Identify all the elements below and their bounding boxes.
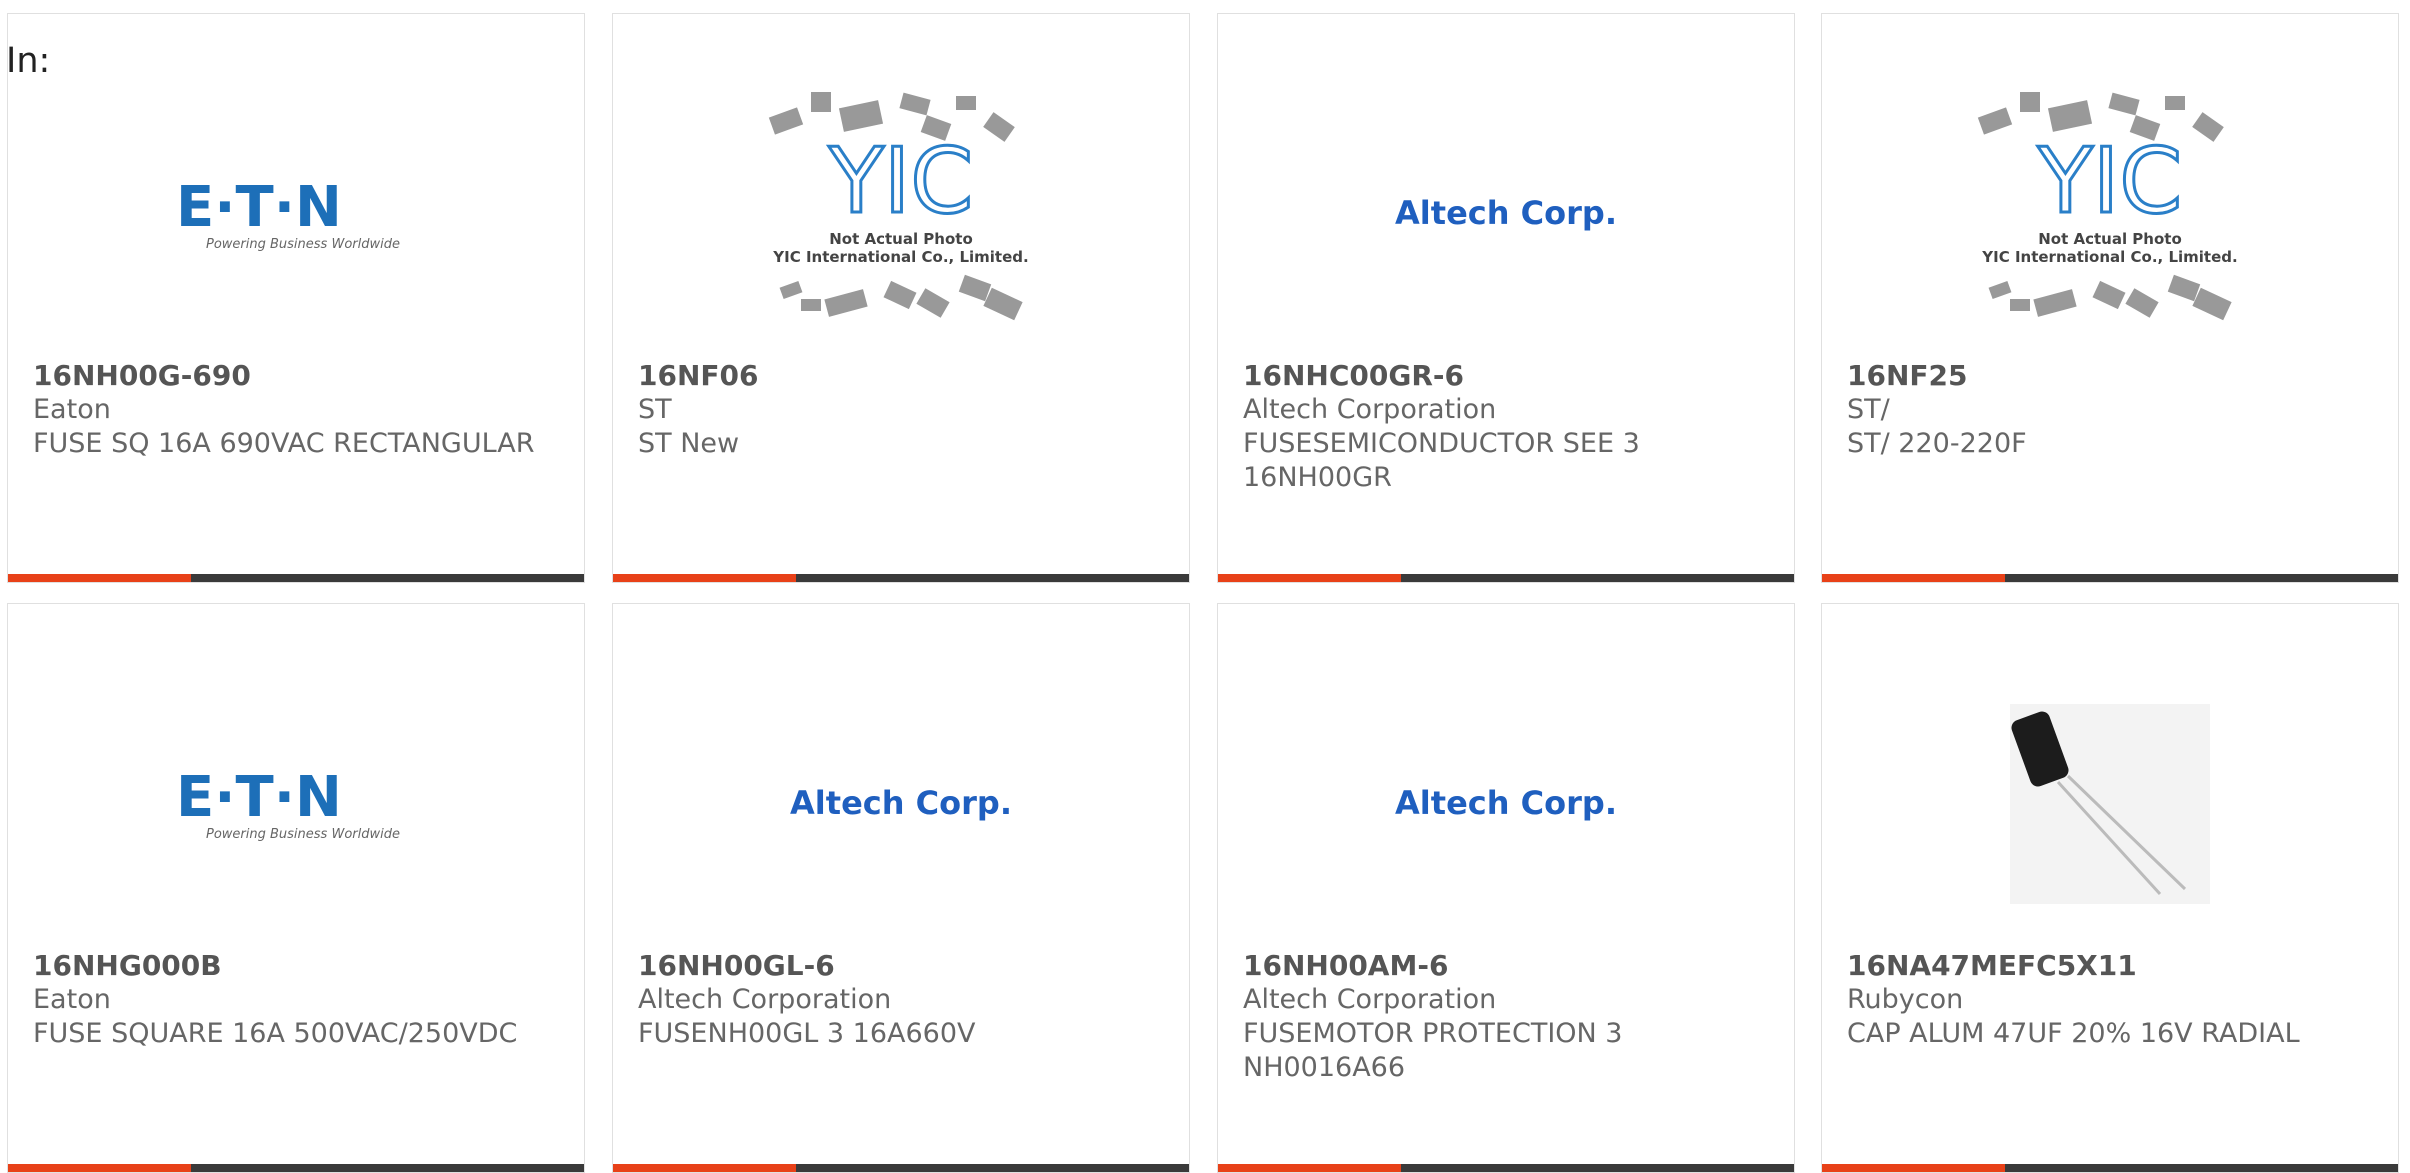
photo-caption-2: YIC International Co., Limited. — [1981, 248, 2237, 266]
yic-logo-text: YIC — [828, 129, 973, 234]
manufacturer-logo: Altech Corp. — [1218, 74, 1794, 354]
manufacturer: ST/ — [1847, 394, 1890, 425]
manufacturer-logo: Altech Corp. — [613, 664, 1189, 944]
altech-logo-text: Altech Corp. — [1395, 194, 1617, 232]
in-label: In: — [6, 41, 51, 81]
card-bar — [8, 574, 584, 582]
altech-logo-text: Altech Corp. — [790, 784, 1012, 822]
manufacturer: Eaton — [33, 394, 111, 425]
altech-logo-text: Altech Corp. — [1395, 784, 1617, 822]
eaton-logo-sub: Powering Business Worldwide — [206, 827, 400, 842]
part-number[interactable]: 16NHC00GR-6 — [1243, 359, 1774, 393]
part-number[interactable]: 16NF25 — [1847, 359, 2378, 393]
eaton-logo-sub: Powering Business Worldwide — [206, 237, 400, 252]
photo-caption-2: YIC International Co., Limited. — [772, 248, 1028, 266]
yic-logo-text: YIC — [2037, 129, 2182, 234]
eaton-logo-text: E·T·N — [176, 175, 342, 240]
capacitor-photo — [1822, 664, 2398, 944]
manufacturer: ST — [638, 394, 672, 425]
description: FUSEMOTOR PROTECTION 3 NH0016A66 — [1243, 1018, 1623, 1083]
product-card[interactable]: 16NA47MEFC5X11 Rubycon CAP ALUM 47UF 20%… — [1821, 603, 2399, 1173]
manufacturer-logo: E·T·N Powering Business Worldwide — [8, 74, 584, 354]
manufacturer: Altech Corporation — [1243, 394, 1497, 425]
product-card[interactable]: E·T·N Powering Business Worldwide 16NH00… — [7, 13, 585, 583]
description: FUSESEMICONDUCTOR SEE 3 16NH00GR — [1243, 428, 1640, 493]
manufacturer: Rubycon — [1847, 984, 1964, 1015]
description: CAP ALUM 47UF 20% 16V RADIAL — [1847, 1018, 2300, 1049]
description: ST New — [638, 428, 740, 459]
card-bar — [1822, 1164, 2398, 1172]
product-card[interactable]: E·T·N Powering Business Worldwide 16NHG0… — [7, 603, 585, 1173]
manufacturer-logo: Altech Corp. — [1218, 664, 1794, 944]
photo-caption-1: Not Actual Photo — [829, 230, 973, 248]
manufacturer-logo: E·T·N Powering Business Worldwide — [8, 664, 584, 944]
part-number[interactable]: 16NH00G-690 — [33, 359, 564, 393]
description: ST/ 220-220F — [1847, 428, 2027, 459]
part-number[interactable]: 16NHG000B — [33, 949, 564, 983]
description: FUSENH00GL 3 16A660V — [638, 1018, 976, 1049]
photo-caption-1: Not Actual Photo — [2038, 230, 2182, 248]
part-number[interactable]: 16NH00AM-6 — [1243, 949, 1774, 983]
card-bar — [613, 574, 1189, 582]
product-grid: E·T·N Powering Business Worldwide 16NH00… — [0, 0, 2410, 1173]
card-bar — [1218, 574, 1794, 582]
placeholder-image: YIC Not Actual Photo YIC International C… — [613, 74, 1189, 354]
description: FUSE SQUARE 16A 500VAC/250VDC — [33, 1018, 518, 1049]
manufacturer: Altech Corporation — [638, 984, 892, 1015]
product-card[interactable]: Altech Corp. 16NHC00GR-6 Altech Corporat… — [1217, 13, 1795, 583]
eaton-logo-text: E·T·N — [176, 765, 342, 830]
part-number[interactable]: 16NA47MEFC5X11 — [1847, 949, 2378, 983]
part-number[interactable]: 16NH00GL-6 — [638, 949, 1169, 983]
manufacturer: Altech Corporation — [1243, 984, 1497, 1015]
manufacturer: Eaton — [33, 984, 111, 1015]
product-card[interactable]: Altech Corp. 16NH00AM-6 Altech Corporati… — [1217, 603, 1795, 1173]
description: FUSE SQ 16A 690VAC RECTANGULAR — [33, 428, 535, 459]
part-number[interactable]: 16NF06 — [638, 359, 1169, 393]
card-bar — [1822, 574, 2398, 582]
product-card[interactable]: Altech Corp. 16NH00GL-6 Altech Corporati… — [612, 603, 1190, 1173]
product-card[interactable]: YIC Not Actual Photo YIC International C… — [1821, 13, 2399, 583]
placeholder-image: YIC Not Actual Photo YIC International C… — [1822, 74, 2398, 354]
card-bar — [8, 1164, 584, 1172]
card-bar — [1218, 1164, 1794, 1172]
product-card[interactable]: YIC Not Actual Photo YIC International C… — [612, 13, 1190, 583]
card-bar — [613, 1164, 1189, 1172]
